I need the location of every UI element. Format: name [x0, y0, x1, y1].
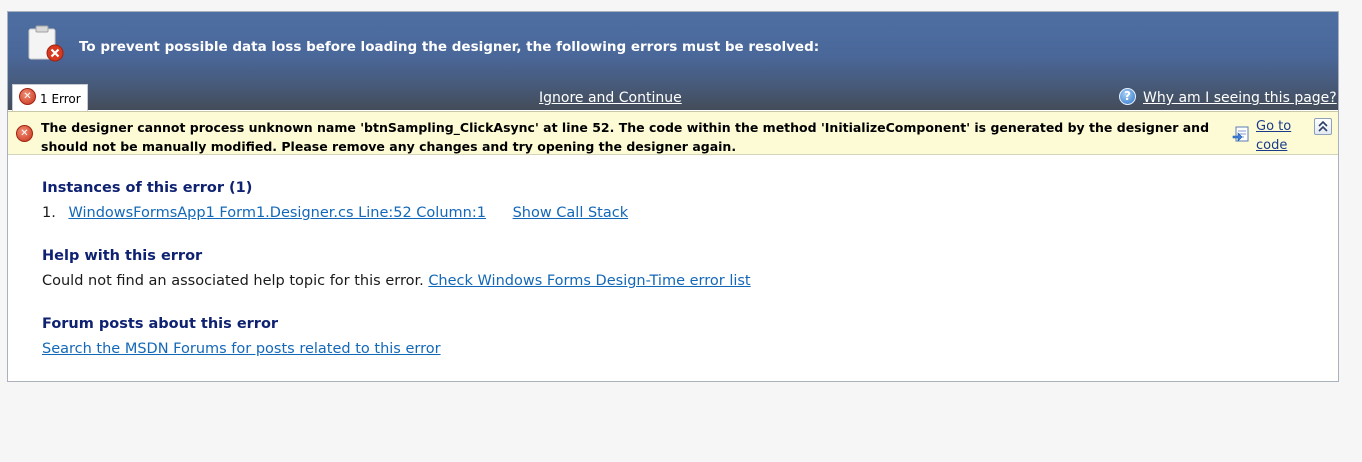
error-icon	[16, 125, 33, 142]
error-banner: The designer cannot process unknown name…	[8, 111, 1338, 155]
help-text: Could not find an associated help topic …	[42, 273, 424, 289]
go-to-code-link[interactable]: Go to code	[1256, 117, 1308, 155]
chevron-double-up-icon	[1318, 121, 1328, 132]
go-to-code-icon[interactable]	[1232, 125, 1250, 143]
instance-row: 1. WindowsFormsApp1 Form1.Designer.cs Li…	[42, 205, 628, 221]
tab-label: 1 Error	[40, 92, 81, 106]
error-header: To prevent possible data loss before loa…	[8, 12, 1338, 111]
error-message: The designer cannot process unknown name…	[41, 120, 1210, 154]
forum-title: Forum posts about this error	[42, 316, 279, 332]
instance-location-link[interactable]: WindowsFormsApp1 Form1.Designer.cs Line:…	[68, 205, 486, 221]
design-time-error-list-link[interactable]: Check Windows Forms Design-Time error li…	[428, 273, 750, 289]
clipboard-error-icon	[28, 25, 64, 62]
help-icon[interactable]: ?	[1119, 88, 1136, 105]
instances-title: Instances of this error (1)	[42, 180, 253, 196]
forum-row: Search the MSDN Forums for posts related…	[42, 341, 441, 357]
tab-errors[interactable]: 1 Error	[12, 84, 88, 111]
help-row: Could not find an associated help topic …	[42, 273, 751, 289]
error-icon	[19, 88, 36, 105]
instance-number: 1.	[42, 205, 56, 221]
help-title: Help with this error	[42, 248, 203, 264]
header-title: To prevent possible data loss before loa…	[79, 39, 820, 55]
collapse-button[interactable]	[1314, 118, 1332, 135]
show-call-stack-link[interactable]: Show Call Stack	[513, 205, 629, 221]
msdn-forums-link[interactable]: Search the MSDN Forums for posts related…	[42, 341, 441, 357]
why-seeing-page-link[interactable]: Why am I seeing this page?	[1143, 90, 1337, 106]
designer-error-panel: To prevent possible data loss before loa…	[7, 11, 1339, 382]
ignore-and-continue-link[interactable]: Ignore and Continue	[539, 90, 682, 106]
